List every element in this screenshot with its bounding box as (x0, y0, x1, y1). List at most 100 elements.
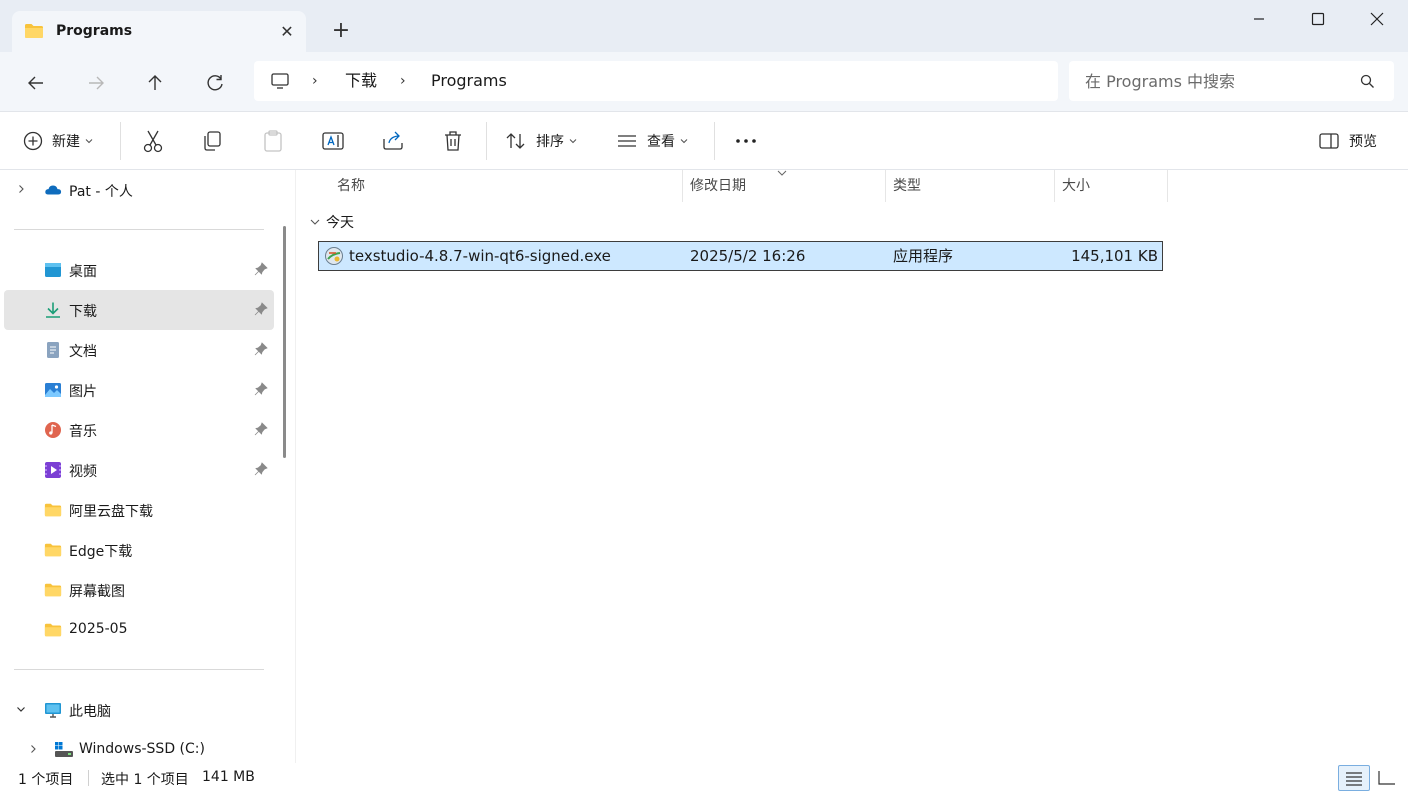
tiles-view-icon (1378, 771, 1395, 785)
delete-button[interactable] (440, 126, 466, 156)
pin-icon[interactable] (254, 422, 268, 436)
navigation-pane: Pat - 个人 桌面 下载 文档 图片 音乐 视频 阿里云盘下载 Edge下载 (0, 170, 296, 763)
maximize-icon (1311, 12, 1325, 26)
sidebar-scrollbar[interactable] (283, 226, 286, 458)
folder-icon (25, 24, 43, 38)
column-header-name[interactable]: 名称 (329, 170, 683, 202)
tiles-view-button[interactable] (1374, 765, 1400, 791)
sidebar-item-label: 图片 (69, 384, 97, 400)
download-icon (46, 302, 60, 318)
sort-icon (506, 133, 525, 149)
chevron-right-icon[interactable] (16, 184, 26, 194)
arrow-up-icon (148, 75, 162, 90)
sidebar-item-downloads[interactable]: 下载 (4, 290, 274, 330)
copy-icon (204, 131, 221, 151)
pin-icon[interactable] (254, 462, 268, 476)
close-window-button[interactable] (1354, 6, 1400, 32)
breadcrumb-programs[interactable]: Programs (431, 61, 507, 101)
new-button[interactable]: 新建 (22, 126, 104, 156)
back-button[interactable] (23, 70, 49, 96)
arrow-right-icon (89, 76, 104, 90)
toolbar-separator (120, 122, 121, 160)
preview-pane-button[interactable]: 预览 (1318, 126, 1388, 156)
share-icon (383, 131, 403, 150)
rename-button[interactable] (320, 126, 346, 156)
search-input[interactable] (1085, 61, 1345, 101)
selection-count: 选中 1 个项目 (101, 772, 189, 788)
sidebar-item-label: 文档 (69, 344, 97, 360)
preview-pane-icon (1319, 133, 1339, 149)
search-box[interactable] (1069, 61, 1394, 101)
copy-button[interactable] (200, 126, 226, 156)
refresh-button[interactable] (202, 70, 228, 96)
pin-icon[interactable] (254, 262, 268, 276)
plus-circle-icon (23, 131, 43, 151)
status-bar: 1 个项目 选中 1 个项目 141 MB (0, 763, 1408, 793)
tab-programs[interactable]: Programs ✕ (12, 11, 306, 53)
toolbar-separator (486, 122, 487, 160)
pin-icon[interactable] (254, 342, 268, 356)
paste-button[interactable] (260, 126, 286, 156)
sidebar-item-onedrive[interactable]: Pat - 个人 (4, 170, 274, 210)
breadcrumb-downloads[interactable]: 下载 (345, 61, 377, 101)
sort-descending-icon (777, 170, 787, 176)
computer-icon (271, 73, 289, 89)
sidebar-item-label: 屏幕截图 (69, 584, 125, 600)
column-header-type[interactable]: 类型 (885, 170, 1055, 202)
search-icon (1360, 74, 1374, 88)
sidebar-item-pictures[interactable]: 图片 (4, 370, 274, 410)
breadcrumb-chevron-icon[interactable]: › (312, 61, 318, 101)
table-row[interactable]: texstudio-4.8.7-win-qt6-signed.exe 2025/… (318, 241, 1163, 271)
sidebar-item-label: 下载 (69, 304, 97, 320)
address-bar[interactable]: › 下载 › Programs (254, 61, 1058, 101)
view-label: 查看 (647, 134, 675, 150)
column-header-label: 修改日期 (690, 178, 746, 194)
sort-button[interactable]: 排序 (505, 126, 585, 156)
sidebar-item-aliyun-downloads[interactable]: 阿里云盘下载 (4, 490, 274, 530)
close-tab-button[interactable]: ✕ (276, 21, 298, 43)
sidebar-item-music[interactable]: 音乐 (4, 410, 274, 450)
scissors-icon (143, 130, 163, 153)
group-header-today[interactable]: 今天 (309, 212, 354, 232)
cut-button[interactable] (140, 126, 166, 156)
close-icon: ✕ (280, 22, 294, 41)
sidebar-item-videos[interactable]: 视频 (4, 450, 274, 490)
more-options-button[interactable] (734, 126, 758, 156)
selection-size: 141 MB (202, 769, 255, 785)
sidebar-item-this-pc[interactable]: 此电脑 (4, 690, 274, 730)
chevron-down-icon[interactable] (16, 704, 26, 714)
sidebar-item-documents[interactable]: 文档 (4, 330, 274, 370)
preview-label: 预览 (1349, 134, 1377, 150)
file-type: 应用程序 (893, 247, 954, 265)
column-header-size[interactable]: 大小 (1054, 170, 1168, 202)
maximize-button[interactable] (1294, 6, 1340, 32)
column-header-modified[interactable]: 修改日期 (682, 170, 886, 202)
sidebar-item-edge-downloads[interactable]: Edge下载 (4, 530, 274, 570)
file-size: 145,101 KB (1071, 247, 1158, 265)
chevron-right-icon[interactable] (28, 744, 38, 754)
close-icon (1370, 12, 1384, 26)
arrow-left-icon (28, 76, 43, 90)
minimize-button[interactable] (1236, 6, 1282, 32)
breadcrumb-chevron-icon[interactable]: › (400, 61, 406, 101)
share-button[interactable] (380, 126, 406, 156)
cloud-icon (45, 185, 62, 195)
view-button[interactable]: 查看 (616, 126, 696, 156)
sort-label: 排序 (536, 134, 564, 150)
folder-icon (44, 543, 62, 557)
details-view-button[interactable] (1338, 765, 1370, 791)
navigation-bar: › 下载 › Programs (0, 52, 1408, 112)
sidebar-item-2025-05[interactable]: 2025-05 (4, 610, 274, 650)
up-button[interactable] (142, 70, 168, 96)
folder-icon (44, 583, 62, 597)
tab-title: Programs (56, 23, 133, 39)
sidebar-item-screenshots[interactable]: 屏幕截图 (4, 570, 274, 610)
file-list: 名称 修改日期 类型 大小 今天 texstudio-4.8.7-win-qt6… (297, 170, 1408, 763)
pin-icon[interactable] (254, 302, 268, 316)
pin-icon[interactable] (254, 382, 268, 396)
forward-button[interactable] (83, 70, 109, 96)
new-tab-button[interactable]: + (328, 18, 354, 44)
sidebar-item-desktop[interactable]: 桌面 (4, 250, 274, 290)
more-icon (736, 139, 756, 143)
rename-icon (322, 132, 344, 150)
